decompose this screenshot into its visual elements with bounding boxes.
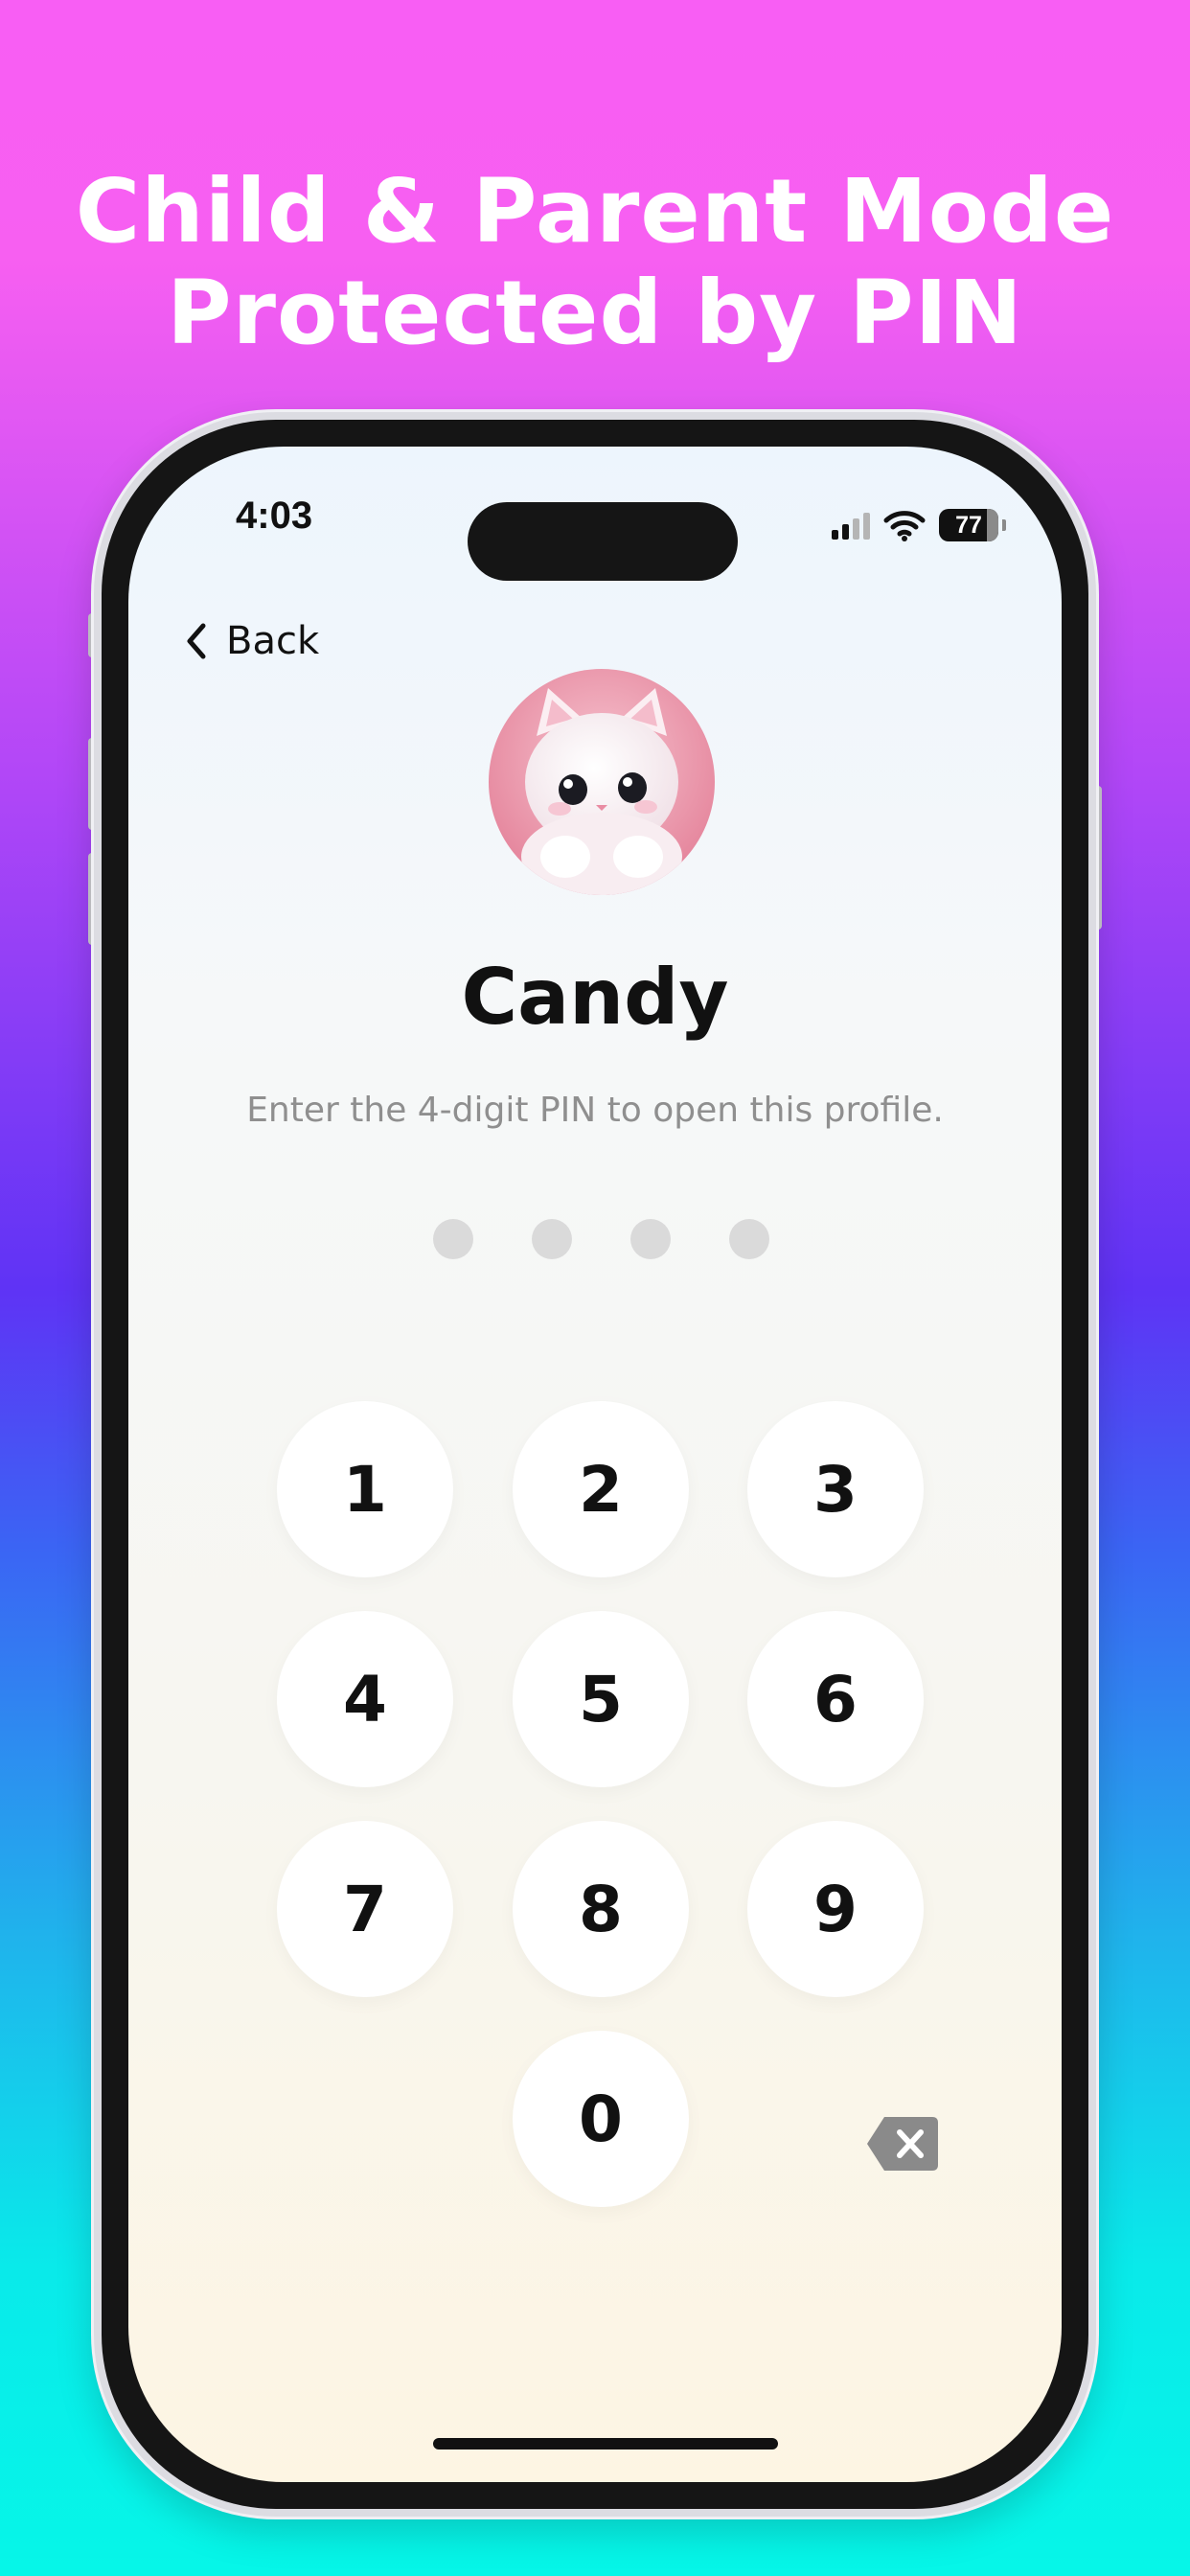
- profile-avatar: [489, 669, 715, 895]
- pin-indicator: [433, 1219, 769, 1259]
- pin-dot: [729, 1219, 769, 1259]
- backspace-icon: [867, 2117, 938, 2171]
- promo-headline: Child & Parent Mode Protected by PIN: [0, 161, 1190, 364]
- pin-dot: [630, 1219, 671, 1259]
- pin-prompt: Enter the 4-digit PIN to open this profi…: [246, 1091, 944, 1130]
- chevron-left-icon: [187, 623, 206, 659]
- dynamic-island: [468, 502, 738, 581]
- headline-line-2: Protected by PIN: [167, 262, 1023, 364]
- keypad-delete-button[interactable]: [865, 2112, 940, 2175]
- cellular-signal-icon: [832, 511, 870, 540]
- phone-bezel: 4:03 77 Back Candy Enter the 4-digit PIN…: [102, 420, 1088, 2509]
- keypad-key-5[interactable]: 5: [513, 1611, 689, 1787]
- keypad-key-4[interactable]: 4: [277, 1611, 453, 1787]
- keypad-key-9[interactable]: 9: [747, 1821, 924, 1997]
- keypad-key-1[interactable]: 1: [277, 1401, 453, 1577]
- app-screen: 4:03 77 Back Candy Enter the 4-digit PIN…: [128, 447, 1062, 2482]
- battery-cap: [1002, 519, 1006, 531]
- back-label: Back: [226, 619, 320, 663]
- phone-frame: 4:03 77 Back Candy Enter the 4-digit PIN…: [94, 412, 1096, 2517]
- profile-name: Candy: [461, 953, 729, 1042]
- keypad-key-6[interactable]: 6: [747, 1611, 924, 1787]
- home-indicator[interactable]: [433, 2438, 778, 2450]
- wifi-icon: [883, 511, 926, 541]
- status-icons: 77: [832, 506, 1006, 544]
- keypad-key-7[interactable]: 7: [277, 1821, 453, 1997]
- keypad-key-2[interactable]: 2: [513, 1401, 689, 1577]
- keypad-key-0[interactable]: 0: [513, 2031, 689, 2207]
- status-time: 4:03: [236, 494, 313, 537]
- back-button[interactable]: Back: [184, 619, 319, 663]
- headline-line-1: Child & Parent Mode: [75, 160, 1115, 263]
- keypad-key-3[interactable]: 3: [747, 1401, 924, 1577]
- keypad-key-8[interactable]: 8: [513, 1821, 689, 1997]
- battery-level: 77: [955, 511, 982, 539]
- battery-icon: 77: [939, 509, 998, 541]
- kitten-avatar-image: [489, 669, 715, 895]
- pin-dot: [532, 1219, 572, 1259]
- pin-dot: [433, 1219, 473, 1259]
